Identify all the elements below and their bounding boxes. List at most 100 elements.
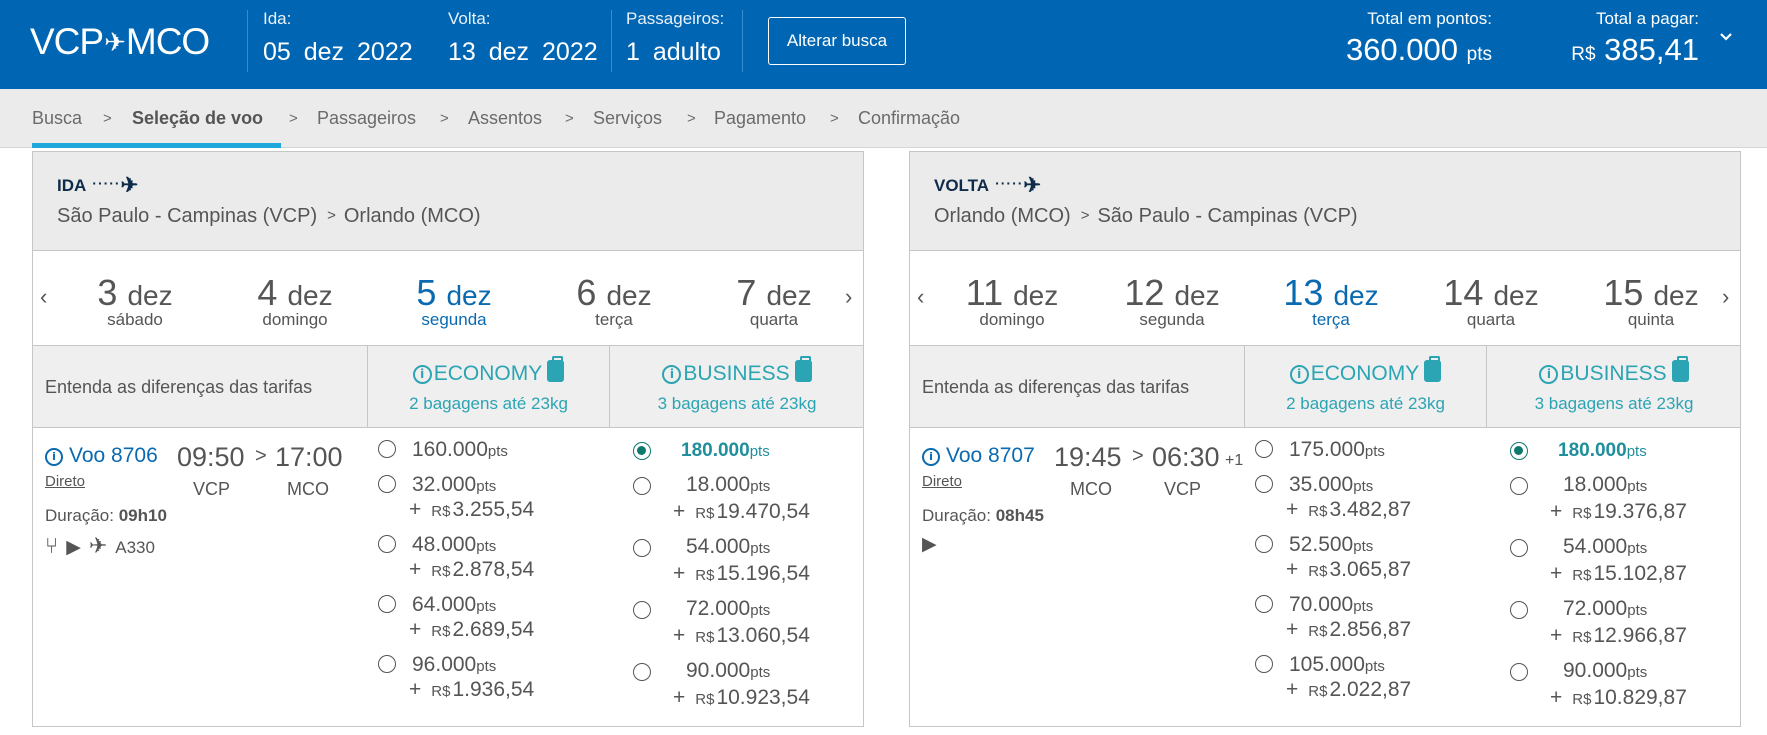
chevron-right-icon[interactable]: › bbox=[845, 284, 852, 310]
fare-points: 18.000pts bbox=[1563, 473, 1648, 496]
ida-value: 05 dez 2022 bbox=[263, 38, 413, 66]
date-option-selected[interactable]: 5 dez segunda bbox=[379, 272, 529, 330]
fare-radio[interactable] bbox=[1510, 601, 1528, 619]
economy-bags: 2 bagagens até 23kg bbox=[409, 394, 568, 413]
fare-radio-selected[interactable] bbox=[1510, 442, 1528, 460]
step-selecao-voo[interactable]: Seleção de voo bbox=[132, 108, 263, 129]
luggage-icon bbox=[794, 356, 812, 382]
fare-radio[interactable] bbox=[378, 440, 396, 458]
fare-radio[interactable] bbox=[378, 655, 396, 673]
divider bbox=[611, 10, 612, 72]
fare-radio[interactable] bbox=[633, 663, 651, 681]
fare-radio[interactable] bbox=[633, 539, 651, 557]
date-option[interactable]: 15 dez quinta bbox=[1576, 272, 1726, 330]
fare-radio-selected[interactable] bbox=[633, 442, 651, 460]
fare-points: 35.000pts bbox=[1289, 473, 1374, 496]
direction-title: IDA ·····✈ bbox=[57, 172, 138, 197]
fare-radio[interactable] bbox=[1255, 535, 1273, 553]
luggage-icon bbox=[1671, 356, 1689, 382]
fare-radio[interactable] bbox=[378, 475, 396, 493]
date-option[interactable]: 14 dez quarta bbox=[1416, 272, 1566, 330]
direct-link[interactable]: Direto bbox=[45, 473, 85, 490]
fare-points: 48.000pts bbox=[412, 533, 497, 556]
chevron-down-icon[interactable] bbox=[1719, 30, 1733, 44]
direction-label: IDA bbox=[57, 176, 87, 195]
volta-panel: VOLTA ·····✈ Orlando (MCO) > São Paulo - Ca… bbox=[909, 151, 1741, 727]
chevron-left-icon[interactable]: ‹ bbox=[40, 284, 47, 310]
flight-row: i Voo 8706 Direto 09:50 > 17:00 VCP MCO D… bbox=[33, 428, 863, 726]
info-icon[interactable]: i bbox=[662, 365, 682, 384]
fare-points: 18.000pts bbox=[686, 473, 771, 496]
destination-code: MCO bbox=[125, 21, 210, 62]
step-pagamento[interactable]: Pagamento bbox=[714, 108, 806, 129]
dots-icon: ····· bbox=[92, 175, 121, 191]
amenities: ▶ bbox=[922, 533, 945, 556]
info-icon[interactable]: i bbox=[1289, 365, 1309, 384]
total-pagar-label: Total a pagar: bbox=[1595, 9, 1699, 28]
volta-field: Volta: 13 dez 2022 bbox=[448, 9, 598, 67]
fare-radio[interactable] bbox=[1255, 595, 1273, 613]
plane-icon: ✈ bbox=[1023, 174, 1042, 197]
fare-radio[interactable] bbox=[633, 601, 651, 619]
info-icon[interactable]: i bbox=[45, 448, 63, 466]
fare-radio[interactable] bbox=[633, 477, 651, 495]
total-pontos-unit: pts bbox=[1466, 44, 1492, 65]
step-busca[interactable]: Busca bbox=[32, 108, 82, 129]
fare-radio[interactable] bbox=[1255, 475, 1273, 493]
chevron-left-icon[interactable]: ‹ bbox=[917, 284, 924, 310]
date-option[interactable]: 11 dez domingo bbox=[937, 272, 1087, 330]
step-passageiros[interactable]: Passageiros bbox=[317, 108, 416, 129]
fare-points: 160.000pts bbox=[412, 438, 508, 461]
fare-radio[interactable] bbox=[1510, 663, 1528, 681]
departure-time: 19:45 bbox=[1054, 442, 1122, 472]
route-from: Orlando (MCO) bbox=[934, 205, 1071, 227]
divider bbox=[742, 10, 743, 72]
fare-radio[interactable] bbox=[1255, 440, 1273, 458]
date-option[interactable]: 4 dez domingo bbox=[220, 272, 370, 330]
fare-radio[interactable] bbox=[1510, 539, 1528, 557]
fare-compare-link[interactable]: Entenda as diferenças das tarifas bbox=[45, 377, 312, 398]
date-option-selected[interactable]: 13 dez terça bbox=[1256, 272, 1406, 330]
info-icon[interactable]: i bbox=[922, 448, 940, 466]
fare-money: + R$12.966,87 bbox=[1550, 624, 1687, 647]
departure-time: 09:50 bbox=[177, 442, 245, 472]
date-option[interactable]: 7 dez quarta bbox=[699, 272, 849, 330]
arrival-time: 06:30 bbox=[1152, 442, 1220, 472]
date-option[interactable]: 6 dez terça bbox=[539, 272, 689, 330]
fare-radio[interactable] bbox=[378, 595, 396, 613]
fare-radio[interactable] bbox=[1510, 477, 1528, 495]
volta-label: Volta: bbox=[448, 9, 491, 28]
flight-number[interactable]: i Voo 8707 bbox=[922, 444, 1035, 468]
chevron-right-icon[interactable]: › bbox=[1722, 284, 1729, 310]
date-option[interactable]: 3 dez sábado bbox=[60, 272, 210, 330]
info-icon[interactable]: i bbox=[1539, 365, 1559, 384]
info-icon[interactable]: i bbox=[412, 365, 432, 384]
fare-compare-link[interactable]: Entenda as diferenças das tarifas bbox=[922, 377, 1189, 398]
economy-bags: 2 bagagens até 23kg bbox=[1286, 394, 1445, 413]
direct-link[interactable]: Direto bbox=[922, 473, 962, 490]
alterar-busca-button[interactable]: Alterar busca bbox=[768, 17, 906, 65]
flight-number[interactable]: i Voo 8706 bbox=[45, 444, 158, 468]
panel-header: IDA ·····✈ São Paulo - Campinas (VCP) > Orl… bbox=[33, 152, 863, 251]
duration: Duração: 08h45 bbox=[922, 506, 1044, 526]
fare-points: 72.000pts bbox=[1563, 597, 1648, 620]
chevron-right-icon: > bbox=[1132, 445, 1144, 467]
fare-points: 32.000pts bbox=[412, 473, 497, 496]
date-carousel: ‹ 3 dez sábado 4 dez domingo 5 dez segunda … bbox=[33, 251, 863, 346]
fare-radio[interactable] bbox=[378, 535, 396, 553]
total-pontos-value: 360.000 pts bbox=[1346, 32, 1492, 68]
duration: Duração: 09h10 bbox=[45, 506, 167, 526]
step-assentos[interactable]: Assentos bbox=[468, 108, 542, 129]
fare-money: + R$2.022,87 bbox=[1286, 678, 1412, 701]
step-servicos[interactable]: Serviços bbox=[593, 108, 662, 129]
route-title: VCP✈MCO bbox=[30, 21, 210, 63]
total-pontos-number: 360.000 bbox=[1345, 32, 1459, 67]
date-carousel: ‹ 11 dez domingo 12 dez segunda 13 dez terç… bbox=[910, 251, 1740, 346]
entertainment-icon: ▶ bbox=[922, 534, 937, 555]
step-confirmacao[interactable]: Confirmação bbox=[858, 108, 960, 129]
plane-icon: ✈ bbox=[120, 174, 139, 197]
fare-radio[interactable] bbox=[1255, 655, 1273, 673]
fare-points: 96.000pts bbox=[412, 653, 497, 676]
passageiros-field: Passageiros: 1 adulto bbox=[626, 9, 724, 67]
date-option[interactable]: 12 dez segunda bbox=[1097, 272, 1247, 330]
